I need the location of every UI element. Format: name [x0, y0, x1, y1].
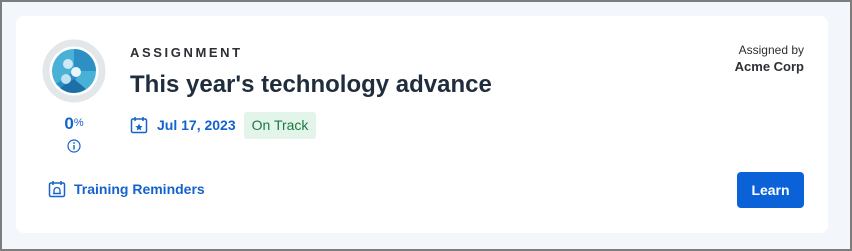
- due-date: Jul 17, 2023: [157, 117, 236, 133]
- status-badge: On Track: [243, 111, 317, 139]
- progress-unit: %: [73, 117, 84, 129]
- due-date-row: Jul 17, 2023 On Track: [130, 111, 317, 139]
- training-reminders-link[interactable]: Training Reminders: [48, 180, 205, 198]
- calendar-bell-icon: [48, 180, 66, 198]
- calendar-star-icon: [130, 116, 148, 134]
- info-icon[interactable]: [67, 139, 81, 153]
- assigned-by-label: Assigned by: [738, 43, 804, 57]
- assignment-card: 0% ASSIGNMENT This year's technology adv…: [16, 16, 828, 233]
- assigned-by: Assigned by Acme Corp: [735, 42, 804, 76]
- progress-percent: 0%: [42, 113, 106, 134]
- learn-button[interactable]: Learn: [737, 172, 804, 208]
- progress-ring: [42, 39, 106, 103]
- course-thumbnail-icon: [52, 49, 96, 94]
- assignment-type-label: ASSIGNMENT: [130, 45, 243, 60]
- page-frame: 0% ASSIGNMENT This year's technology adv…: [0, 0, 852, 251]
- assignment-title[interactable]: This year's technology advance: [130, 70, 492, 100]
- training-reminders-label: Training Reminders: [74, 181, 205, 197]
- assigned-by-value: Acme Corp: [734, 59, 804, 74]
- progress-value: 0: [64, 114, 74, 133]
